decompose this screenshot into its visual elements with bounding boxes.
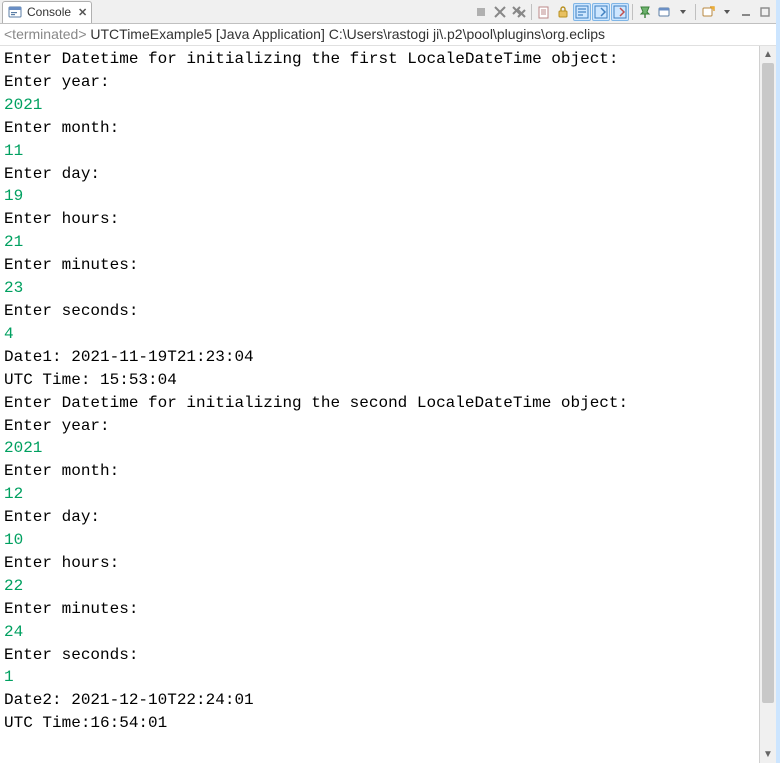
console-input-line: 2021 <box>4 94 755 117</box>
console-output-line: Date1: 2021-11-19T21:23:04 <box>4 346 755 369</box>
console-output-line: Enter Datetime for initializing the seco… <box>4 392 755 415</box>
pin-console-icon[interactable] <box>636 3 654 21</box>
launch-status: <terminated> UTCTimeExample5 [Java Appli… <box>0 24 776 46</box>
console-input-line: 19 <box>4 185 755 208</box>
minimize-icon[interactable] <box>737 3 755 21</box>
console-output-line: Enter month: <box>4 460 755 483</box>
dropdown-arrow-icon[interactable] <box>718 3 736 21</box>
console-input-line: 10 <box>4 529 755 552</box>
console-output-line: Enter month: <box>4 117 755 140</box>
dropdown-arrow-icon[interactable] <box>674 3 692 21</box>
console-output-line: Enter Datetime for initializing the firs… <box>4 48 755 71</box>
open-console-icon[interactable] <box>699 3 717 21</box>
console-output-line: Enter day: <box>4 163 755 186</box>
vertical-scrollbar[interactable]: ▲ ▼ <box>759 46 776 763</box>
separator <box>695 4 696 20</box>
maximize-icon[interactable] <box>756 3 774 21</box>
console-input-line: 22 <box>4 575 755 598</box>
console-output-line: Enter year: <box>4 71 755 94</box>
console-output-line: Date2: 2021-12-10T22:24:01 <box>4 689 755 712</box>
status-tag: <terminated> <box>4 26 90 42</box>
console-input-line: 24 <box>4 621 755 644</box>
close-icon[interactable]: ✕ <box>78 6 87 19</box>
separator <box>632 4 633 20</box>
console-output-line: Enter seconds: <box>4 300 755 323</box>
console-output-line: Enter hours: <box>4 552 755 575</box>
clear-console-icon[interactable] <box>535 3 553 21</box>
scroll-lock-icon[interactable] <box>554 3 572 21</box>
remove-all-icon[interactable] <box>510 3 528 21</box>
scroll-down-icon[interactable]: ▼ <box>760 746 776 763</box>
view-tab-bar: Console ✕ <box>0 0 776 24</box>
word-wrap-icon[interactable] <box>573 3 591 21</box>
console-input-line: 4 <box>4 323 755 346</box>
console-icon <box>7 4 23 20</box>
console-input-line: 1 <box>4 666 755 689</box>
console-output-line: Enter day: <box>4 506 755 529</box>
console-area: Enter Datetime for initializing the firs… <box>0 46 776 763</box>
console-output-line: UTC Time:16:54:01 <box>4 712 755 735</box>
console-input-line: 21 <box>4 231 755 254</box>
tab-label: Console <box>27 5 71 19</box>
scrollbar-thumb[interactable] <box>762 63 774 703</box>
console-input-line: 23 <box>4 277 755 300</box>
show-when-stderr-icon[interactable] <box>611 3 629 21</box>
console-toolbar <box>472 1 774 23</box>
show-when-stdout-icon[interactable] <box>592 3 610 21</box>
console-input-line: 2021 <box>4 437 755 460</box>
console-output-line: Enter hours: <box>4 208 755 231</box>
status-path: C:\Users\rastogi ji\.p2\pool\plugins\org… <box>329 26 605 42</box>
tab-console[interactable]: Console ✕ <box>2 1 92 23</box>
console-input-line: 11 <box>4 140 755 163</box>
console-output[interactable]: Enter Datetime for initializing the firs… <box>0 46 759 763</box>
console-output-line: Enter seconds: <box>4 644 755 667</box>
separator <box>531 4 532 20</box>
console-output-line: Enter minutes: <box>4 254 755 277</box>
console-input-line: 12 <box>4 483 755 506</box>
scroll-up-icon[interactable]: ▲ <box>760 46 776 63</box>
remove-launch-icon[interactable] <box>491 3 509 21</box>
console-output-line: UTC Time: 15:53:04 <box>4 369 755 392</box>
display-selected-console-icon[interactable] <box>655 3 673 21</box>
console-output-line: Enter year: <box>4 415 755 438</box>
console-output-line: Enter minutes: <box>4 598 755 621</box>
terminate-icon[interactable] <box>472 3 490 21</box>
status-app: UTCTimeExample5 [Java Application] <box>90 26 328 42</box>
